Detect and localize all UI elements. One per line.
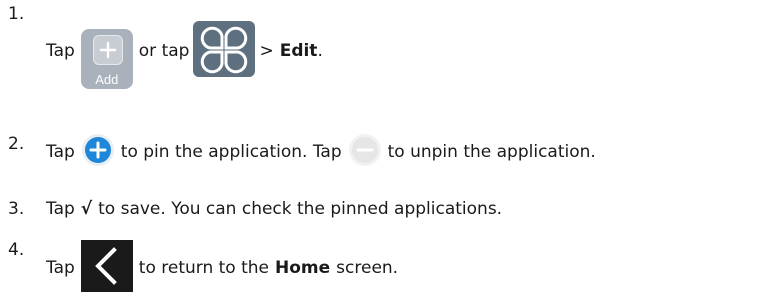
step-3-tap-text: Tap bbox=[46, 199, 75, 219]
step-1-number: 1. bbox=[8, 4, 25, 24]
pin-plus-icon bbox=[81, 133, 115, 172]
step-1-arrow: > bbox=[259, 41, 274, 61]
step-4-tap-text: Tap bbox=[46, 258, 75, 278]
step-1: Tap Add or tap > Edit . bbox=[46, 2, 323, 100]
step-2: Tap to pin the application. Tap to unpin… bbox=[46, 132, 596, 172]
step-3-rest-text: to save. You can check the pinned applic… bbox=[98, 199, 503, 219]
step-2-pin-text: to pin the application. Tap bbox=[120, 142, 342, 162]
step-1-tap-text: Tap bbox=[46, 41, 75, 61]
step-4: Tap to return to the Home screen. bbox=[46, 239, 399, 297]
step-4-screen-text: screen. bbox=[336, 258, 399, 278]
back-chevron-icon bbox=[80, 239, 133, 297]
step-3: 3. Tap √ to save. You can check the pinn… bbox=[8, 196, 502, 222]
edit-label: Edit bbox=[279, 41, 318, 61]
check-mark: √ bbox=[80, 199, 93, 219]
plus-icon bbox=[92, 35, 123, 65]
step-3-number: 3. bbox=[8, 199, 25, 219]
step-2-tap-text: Tap bbox=[46, 142, 75, 162]
app-grid-clover-icon bbox=[193, 20, 256, 82]
add-tile-label: Add bbox=[95, 72, 119, 87]
step-2-unpin-text: to unpin the application. bbox=[387, 142, 596, 162]
home-label: Home bbox=[275, 258, 331, 278]
step-4-number: 4. bbox=[8, 240, 25, 260]
step-2-number: 2. bbox=[8, 134, 25, 154]
add-tile-icon: Add bbox=[80, 29, 133, 89]
step-1-period: . bbox=[317, 41, 323, 61]
step-4-return-text: to return to the bbox=[138, 258, 270, 278]
unpin-minus-icon bbox=[348, 133, 382, 172]
step-1-or-tap-text: or tap bbox=[138, 41, 190, 61]
